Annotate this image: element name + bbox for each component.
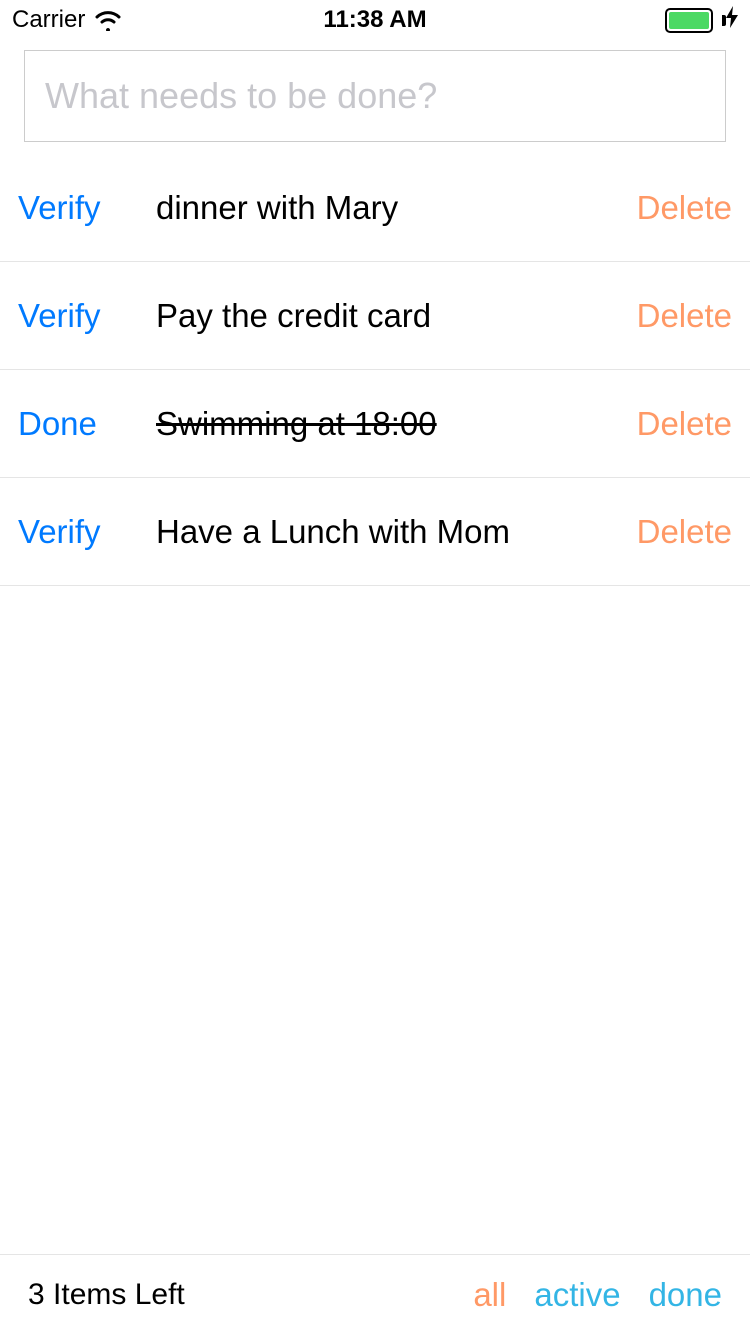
todo-text: dinner with Mary bbox=[138, 189, 637, 227]
delete-button[interactable]: Delete bbox=[637, 189, 732, 227]
todo-text: Swimming at 18:00 bbox=[138, 405, 637, 443]
input-wrapper bbox=[0, 40, 750, 154]
todo-row: VerifyHave a Lunch with MomDelete bbox=[0, 478, 750, 586]
todo-row: DoneSwimming at 18:00Delete bbox=[0, 370, 750, 478]
verify-button[interactable]: Verify bbox=[18, 189, 138, 227]
todo-row: VerifyPay the credit cardDelete bbox=[0, 262, 750, 370]
todo-row: Verifydinner with MaryDelete bbox=[0, 154, 750, 262]
verify-button[interactable]: Verify bbox=[18, 297, 138, 335]
filter-active-button[interactable]: active bbox=[534, 1276, 620, 1314]
status-bar: Carrier 11:38 AM bbox=[0, 0, 750, 40]
delete-button[interactable]: Delete bbox=[637, 513, 732, 551]
delete-button[interactable]: Delete bbox=[637, 297, 732, 335]
status-time: 11:38 AM bbox=[323, 6, 426, 34]
status-left: Carrier bbox=[12, 6, 123, 34]
charging-icon bbox=[726, 6, 738, 34]
items-left-label: 3 Items Left bbox=[28, 1278, 185, 1312]
carrier-label: Carrier bbox=[12, 6, 85, 34]
verify-button[interactable]: Verify bbox=[18, 513, 138, 551]
filter-all-button[interactable]: all bbox=[473, 1276, 506, 1314]
delete-button[interactable]: Delete bbox=[637, 405, 732, 443]
filter-done-button[interactable]: done bbox=[649, 1276, 722, 1314]
battery-icon bbox=[665, 8, 720, 33]
todo-text: Have a Lunch with Mom bbox=[138, 513, 637, 551]
done-button[interactable]: Done bbox=[18, 405, 138, 443]
todo-text: Pay the credit card bbox=[138, 297, 637, 335]
filters: all active done bbox=[473, 1276, 722, 1314]
status-right bbox=[665, 6, 738, 34]
wifi-icon bbox=[93, 9, 123, 31]
todo-list: Verifydinner with MaryDeleteVerifyPay th… bbox=[0, 154, 750, 586]
footer-bar: 3 Items Left all active done bbox=[0, 1254, 750, 1334]
new-todo-input[interactable] bbox=[24, 50, 726, 142]
